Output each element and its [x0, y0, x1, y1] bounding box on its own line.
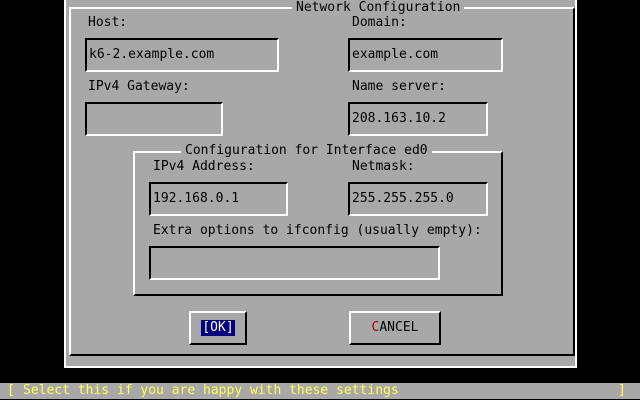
host-label: Host: [88, 15, 128, 30]
dialog-title: Network Configuration [292, 0, 465, 16]
host-input[interactable] [89, 47, 273, 63]
ipv4-address-input[interactable] [153, 191, 282, 207]
status-right-bracket: ] [618, 383, 626, 398]
netmask-field[interactable] [348, 182, 488, 216]
extra-options-label: Extra options to ifconfig (usually empty… [153, 223, 482, 238]
gateway-label: IPv4 Gateway: [88, 79, 190, 94]
ipv4-address-field[interactable] [149, 182, 288, 216]
status-message: Select this if you are happy with these … [23, 383, 399, 398]
nameserver-field[interactable] [348, 102, 488, 136]
ok-button-label: [OK] [201, 320, 235, 336]
extra-options-field[interactable] [149, 246, 440, 280]
network-configuration-dialog: Network Configuration Host: Domain: IPv4… [64, 0, 577, 368]
gateway-field[interactable] [85, 102, 223, 136]
domain-input[interactable] [352, 47, 497, 63]
cancel-label-rest: ANCEL [379, 320, 419, 335]
domain-field[interactable] [348, 38, 503, 72]
netmask-input[interactable] [352, 191, 482, 207]
interface-title: Configuration for Interface ed0 [181, 143, 432, 159]
domain-label: Domain: [352, 15, 407, 30]
netmask-label: Netmask: [352, 159, 415, 174]
host-field[interactable] [85, 38, 279, 72]
gateway-input[interactable] [89, 111, 217, 127]
cancel-button-label: CANCEL [372, 320, 419, 336]
ok-button[interactable]: [OK] [189, 311, 247, 345]
nameserver-label: Name server: [352, 79, 446, 94]
ipv4-address-label: IPv4 Address: [153, 159, 255, 174]
cancel-button[interactable]: CANCEL [349, 311, 441, 345]
nameserver-input[interactable] [352, 111, 482, 127]
extra-options-input[interactable] [153, 255, 434, 271]
status-bar: [ Select this if you are happy with thes… [0, 383, 640, 399]
status-left-bracket: [ [7, 383, 15, 398]
